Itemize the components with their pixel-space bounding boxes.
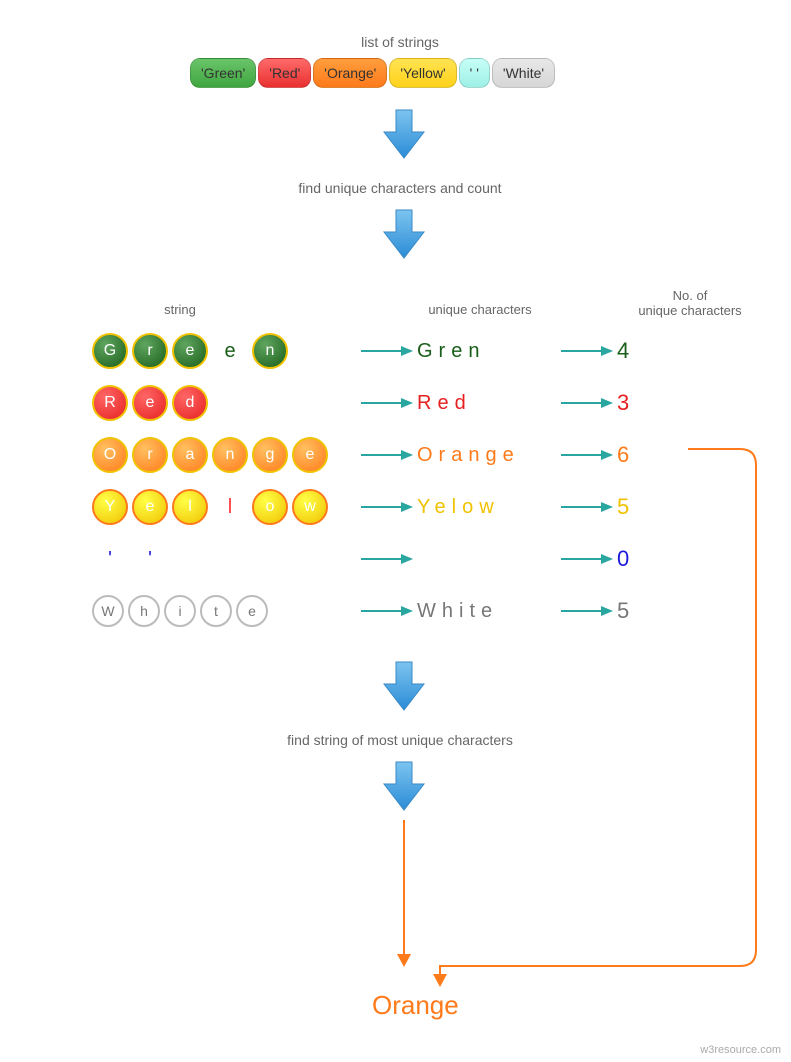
diagram-container: { "labels": { "title": "list of strings"… [0,0,791,1062]
footer-credit: w3resource.com [700,1044,781,1056]
short-connector [0,0,791,1062]
result-text: Orange [372,990,459,1021]
